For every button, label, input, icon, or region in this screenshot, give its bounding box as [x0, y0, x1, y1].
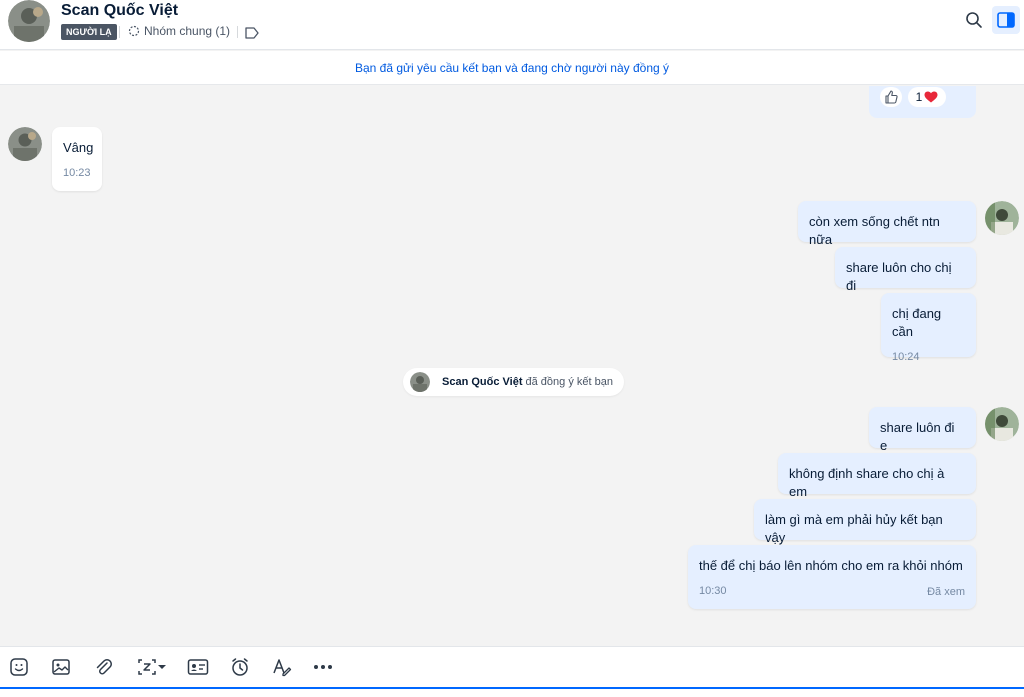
screenshot-button[interactable] — [134, 656, 170, 678]
chat-header: Scan Quốc Việt NGƯỜI LẠ Nhóm chung (1) — [0, 0, 1024, 50]
message-bubble[interactable]: làm gì mà em phải hủy kết bạn vậy — [754, 499, 976, 545]
tag-icon[interactable] — [244, 26, 260, 40]
sidebar-panel-icon — [997, 12, 1015, 28]
seen-status: Đã xem — [927, 586, 965, 598]
composer-input-area[interactable] — [0, 687, 1024, 697]
composer-toolbar — [0, 646, 1024, 687]
message-text: share luôn đi e — [880, 420, 955, 453]
contact-avatar-tiny — [410, 372, 430, 392]
chevron-down-icon — [158, 665, 166, 669]
divider — [237, 26, 238, 38]
message-bubble[interactable]: chị đang cần 10:24 — [881, 293, 976, 363]
search-button[interactable] — [962, 8, 986, 32]
contact-avatar[interactable] — [8, 0, 50, 42]
friend-request-notice: Bạn đã gửi yêu cầu kết bạn và đang chờ n… — [0, 51, 1024, 85]
message-text: còn xem sống chết ntn nữa — [809, 214, 940, 247]
message-text: chị đang cần — [892, 306, 942, 339]
message-text: không định share cho chị à em — [789, 466, 945, 499]
message-text: làm gì mà em phải hủy kết bạn vậy — [765, 512, 943, 545]
reminder-icon — [232, 658, 248, 676]
reaction-summary[interactable]: 1 — [908, 87, 946, 107]
friend-accepted-notice: Scan Quốc Việt đã đồng ý kết bạn — [403, 368, 624, 396]
message-time: 10:24 — [892, 351, 920, 363]
message-bubble[interactable]: share luôn đi e — [869, 407, 976, 453]
message-bubble[interactable]: Vâng 10:23 — [52, 127, 102, 191]
system-user-name: Scan Quốc Việt — [442, 376, 523, 388]
format-text-button[interactable] — [271, 656, 293, 678]
toggle-info-panel-button[interactable] — [992, 6, 1020, 34]
message-bubble[interactable]: còn xem sống chết ntn nữa — [798, 201, 976, 247]
stranger-badge: NGƯỜI LẠ — [61, 24, 117, 40]
message-time: 10:23 — [63, 167, 91, 179]
common-groups[interactable]: Nhóm chung (1) — [128, 24, 230, 38]
heart-icon — [924, 91, 938, 103]
reminder-button[interactable] — [229, 656, 251, 678]
format-text-icon — [273, 659, 292, 677]
reaction-count: 1 — [915, 90, 923, 104]
contact-card-icon — [187, 659, 209, 675]
like-reaction-button[interactable] — [880, 87, 902, 107]
my-avatar[interactable] — [985, 407, 1019, 441]
message-bubble[interactable]: share luôn cho chị đi — [835, 247, 976, 293]
divider — [119, 26, 120, 38]
message-text: Vâng — [63, 140, 94, 155]
group-icon — [128, 25, 140, 37]
sticker-icon — [10, 658, 28, 676]
screenshot-icon — [138, 659, 156, 675]
contact-card-button[interactable] — [187, 656, 209, 678]
image-icon — [52, 659, 70, 675]
thumbs-up-icon — [885, 90, 898, 104]
message-bubble[interactable]: thế để chị báo lên nhóm cho em ra khỏi n… — [688, 545, 976, 609]
search-icon — [966, 12, 982, 28]
contact-avatar-small[interactable] — [8, 127, 42, 161]
attachment-button[interactable] — [92, 656, 114, 678]
attachment-icon — [96, 658, 113, 675]
message-text: thế để chị báo lên nhóm cho em ra khỏi n… — [699, 558, 963, 573]
more-button[interactable] — [312, 656, 334, 678]
sticker-button[interactable] — [8, 656, 30, 678]
message-time: 10:30 — [699, 585, 727, 597]
system-action: đã đồng ý kết bạn — [525, 376, 613, 388]
more-icon — [314, 665, 332, 669]
message-text: share luôn cho chị đi — [846, 260, 952, 293]
message-bubble[interactable]: không định share cho chị à em — [778, 453, 976, 499]
my-avatar[interactable] — [985, 201, 1019, 235]
image-button[interactable] — [50, 656, 72, 678]
contact-name[interactable]: Scan Quốc Việt — [61, 2, 178, 20]
common-groups-label: Nhóm chung (1) — [144, 24, 231, 38]
